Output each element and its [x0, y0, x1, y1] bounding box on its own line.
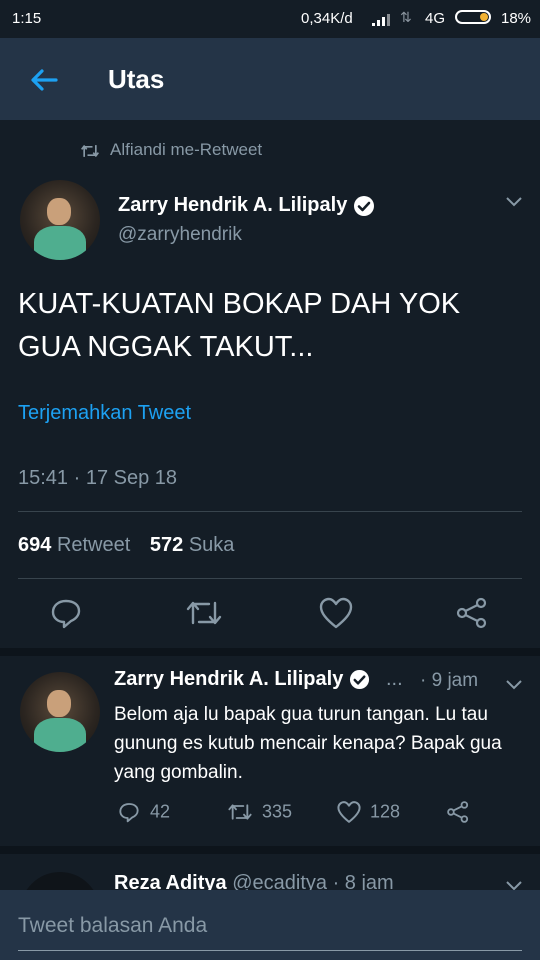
top-app-bar: Utas: [0, 38, 540, 120]
battery-percent: 18%: [501, 10, 532, 27]
verified-badge-icon: [353, 195, 374, 216]
reply-like-count: 128: [370, 801, 401, 822]
verified-badge-icon: [349, 670, 369, 690]
reply-author-row[interactable]: Zarry Hendrik A. Lilipaly: [114, 668, 370, 691]
chevron-down-icon[interactable]: [505, 677, 523, 691]
retweet-icon: [186, 601, 222, 625]
retweet-label[interactable]: Retweet: [57, 534, 130, 556]
section-separator: [0, 648, 540, 656]
section-separator: [0, 846, 540, 854]
heart-icon: [337, 801, 361, 823]
avatar[interactable]: [20, 180, 100, 260]
page-title: Utas: [108, 64, 165, 94]
reply-count: 42: [150, 801, 171, 822]
status-bar: 1:15 0,34K/d ⇅ 4G 18%: [0, 0, 540, 38]
tweet-timestamp: 15:41 · 17 Sep 18: [18, 467, 178, 489]
input-underline: [18, 950, 522, 951]
tweet-text: KUAT-KUATAN BOKAP DAH YOK GUA NGGAK TAKU…: [18, 283, 518, 369]
retweet-icon: [228, 804, 252, 820]
retweet-notice-text: Alfiandi me-Retweet: [110, 140, 263, 159]
arrow-left-icon[interactable]: [28, 64, 60, 96]
reply-retweet-button[interactable]: 335: [226, 800, 292, 826]
reply-handle-truncated: ...: [386, 668, 403, 690]
author-name: Zarry Hendrik A. Lilipaly: [118, 194, 348, 216]
reply-author-name: Zarry Hendrik A. Lilipaly: [114, 668, 344, 690]
like-label[interactable]: Suka: [189, 534, 235, 556]
reply-input-placeholder[interactable]: Tweet balasan Anda: [18, 914, 207, 938]
share-icon: [456, 597, 487, 629]
chevron-down-icon[interactable]: [505, 194, 523, 208]
like-button[interactable]: [318, 596, 358, 636]
battery-icon: [455, 10, 491, 24]
reply-reply-button[interactable]: 42: [116, 800, 170, 826]
reply-share-button[interactable]: [446, 800, 478, 826]
share-icon: [447, 801, 469, 823]
signal-icon: [372, 14, 390, 26]
reply-icon: [51, 599, 81, 629]
retweet-count[interactable]: 694: [18, 534, 51, 556]
status-time: 1:15: [12, 10, 42, 27]
divider: [18, 578, 522, 579]
reply-text: Belom aja lu bapak gua turun tangan. Lu …: [114, 704, 502, 783]
heart-icon: [319, 597, 353, 629]
share-button[interactable]: [455, 596, 495, 636]
avatar[interactable]: [20, 672, 100, 752]
network-type: 4G: [425, 10, 446, 27]
data-arrows-icon: ⇅: [400, 9, 412, 25]
reply-time: · 9 jam: [420, 670, 479, 691]
divider: [18, 511, 522, 512]
reply-retweet-count: 335: [262, 801, 293, 822]
reply-icon: [119, 803, 139, 823]
retweet-notice[interactable]: Alfiandi me-Retweet: [80, 140, 262, 160]
translate-tweet-link[interactable]: Terjemahkan Tweet: [18, 402, 191, 425]
like-count[interactable]: 572: [150, 534, 183, 556]
tweet-text-line: KUAT-KUATAN BOKAP DAH YOK: [18, 288, 461, 320]
reply-composer[interactable]: Tweet balasan Anda: [0, 890, 540, 960]
tweet-text-line: GUA NGGAK TAKUT...: [18, 331, 314, 363]
reply-button[interactable]: [48, 595, 88, 635]
retweet-button[interactable]: [184, 595, 224, 635]
retweet-icon: [81, 144, 99, 157]
author-handle[interactable]: @zarryhendrik: [118, 224, 242, 246]
tweet-author-row[interactable]: Zarry Hendrik A. Lilipaly: [118, 194, 375, 217]
tweet-stats: 694 Retweet 572 Suka: [18, 534, 248, 557]
reply-like-button[interactable]: 128: [336, 800, 400, 826]
network-speed: 0,34K/d: [301, 10, 353, 27]
